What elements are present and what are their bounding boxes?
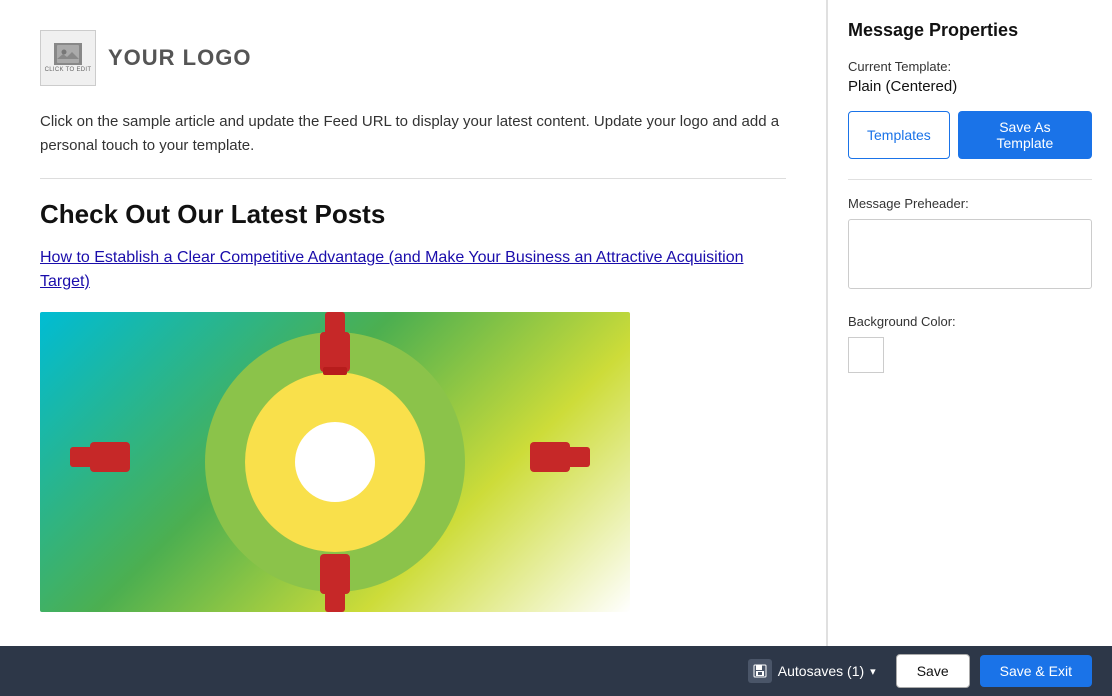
bg-color-swatch[interactable] <box>848 337 884 373</box>
panel-divider <box>848 179 1092 180</box>
description-text: Click on the sample article and update t… <box>40 110 786 158</box>
chevron-down-icon: ▾ <box>870 665 876 678</box>
current-template-value: Plain (Centered) <box>848 78 1092 95</box>
section-heading: Check Out Our Latest Posts <box>40 199 786 230</box>
bg-color-label: Background Color: <box>848 314 1092 329</box>
logo-text: YOUR LOGO <box>108 45 251 71</box>
bottom-toolbar: Autosaves (1) ▾ Save Save & Exit <box>0 646 1112 696</box>
save-button[interactable]: Save <box>896 654 970 688</box>
save-exit-button[interactable]: Save & Exit <box>980 655 1092 687</box>
article-image <box>40 312 630 612</box>
autosaves-label: Autosaves (1) <box>778 663 864 679</box>
panel-title: Message Properties <box>848 20 1092 41</box>
preheader-textarea[interactable] <box>848 219 1092 289</box>
logo-area: CLICK TO EDIT YOUR LOGO <box>40 30 786 86</box>
save-as-template-button[interactable]: Save As Template <box>958 111 1092 159</box>
autosaves-button[interactable]: Autosaves (1) ▾ <box>738 653 886 689</box>
logo-image-icon <box>54 43 82 65</box>
save-disk-icon <box>748 659 772 683</box>
properties-panel: Message Properties Current Template: Pla… <box>827 0 1112 646</box>
section-divider <box>40 178 786 179</box>
logo-placeholder[interactable]: CLICK TO EDIT <box>40 30 96 86</box>
preview-panel: CLICK TO EDIT YOUR LOGO Click on the sam… <box>0 0 827 646</box>
template-buttons-row: Templates Save As Template <box>848 111 1092 159</box>
current-template-label: Current Template: <box>848 59 1092 74</box>
preheader-label: Message Preheader: <box>848 196 1092 211</box>
hands-svg <box>40 312 630 612</box>
article-link[interactable]: How to Establish a Clear Competitive Adv… <box>40 246 786 294</box>
templates-button[interactable]: Templates <box>848 111 950 159</box>
logo-click-text: CLICK TO EDIT <box>45 67 92 73</box>
main-area: CLICK TO EDIT YOUR LOGO Click on the sam… <box>0 0 1112 646</box>
